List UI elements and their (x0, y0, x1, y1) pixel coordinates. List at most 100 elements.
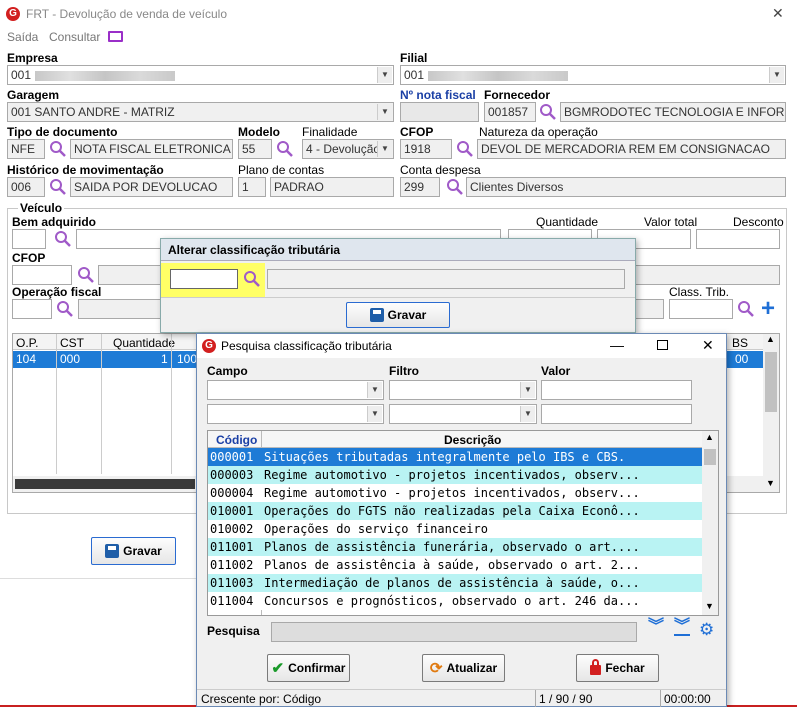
natureza-label: Natureza da operação (479, 125, 598, 139)
cfop-search-icon[interactable] (456, 140, 474, 158)
desconto-input[interactable] (696, 229, 780, 249)
filtro-select-1[interactable]: ▼ (389, 380, 537, 400)
main-gravar-button[interactable]: Gravar (91, 537, 176, 565)
header-op[interactable]: O.P. (16, 336, 38, 350)
table-row[interactable]: 000004 Regime automotivo - projetos incen… (208, 484, 702, 502)
filial-select[interactable]: 001 ▼ (400, 65, 786, 85)
app-logo-icon: G (6, 7, 20, 21)
close-icon[interactable]: ✕ (772, 5, 784, 22)
tipo-doc-code[interactable]: NFE (7, 139, 45, 159)
pesquisa-title: Pesquisa classificação tributária (221, 339, 392, 353)
campo-label: Campo (207, 364, 248, 378)
operacao-search-icon[interactable] (56, 300, 74, 318)
h-scroll-thumb[interactable] (15, 479, 195, 489)
scroll-down-icon[interactable]: ▼ (766, 478, 775, 488)
historico-code[interactable]: 006 (7, 177, 45, 197)
plano-code[interactable]: 1 (238, 177, 266, 197)
row-codigo: 000003 (210, 468, 254, 482)
table-row[interactable]: 011003 Intermediação de planos de assistê… (208, 574, 702, 592)
valor-label: Valor (541, 364, 571, 378)
chevron-double-down-bar-icon[interactable]: ︾ (674, 619, 691, 636)
fornecedor-search-icon[interactable] (539, 103, 557, 121)
scroll-up-icon[interactable]: ▲ (766, 334, 775, 344)
row-codigo: 011002 (210, 558, 254, 572)
atualizar-button[interactable]: ⟳ Atualizar (422, 654, 505, 682)
pesquisa-close-icon[interactable]: ✕ (702, 337, 714, 354)
minimize-icon[interactable]: — (610, 337, 624, 353)
confirmar-button[interactable]: ✔ Confirmar (267, 654, 350, 682)
table-row[interactable]: 011004 Concursos e prognósticos, observad… (208, 592, 702, 610)
conta-code[interactable]: 299 (400, 177, 440, 197)
col-codigo-header[interactable]: Código (216, 433, 257, 447)
atualizar-label: Atualizar (446, 661, 498, 675)
bem-search-icon[interactable] (54, 230, 72, 248)
header-cst[interactable]: CST (60, 336, 84, 350)
gear-icon[interactable]: ⚙ (699, 621, 714, 638)
fornecedor-code[interactable]: 001857 (484, 102, 536, 122)
vertical-scrollbar[interactable]: ▲ ▼ (763, 334, 779, 492)
tipo-doc-search-icon[interactable] (49, 140, 67, 158)
status-bar: Crescente por: Código 1 / 90 / 90 00:00:… (197, 689, 726, 707)
grid-scroll-thumb[interactable] (704, 449, 716, 465)
natureza-input[interactable]: DEVOL DE MERCADORIA REM EM CONSIGNACAO (477, 139, 786, 159)
veiculo-cfop-input[interactable] (12, 265, 72, 285)
garagem-select[interactable]: 001 SANTO ANDRE - MATRIZ ▼ (7, 102, 394, 122)
filial-label: Filial (400, 51, 428, 65)
alterar-desc-field (267, 269, 625, 289)
row-codigo: 010001 (210, 504, 254, 518)
table-row[interactable]: 010002 Operações do serviço financeiro (208, 520, 702, 538)
fechar-button[interactable]: Fechar (576, 654, 659, 682)
row-codigo: 011003 (210, 576, 254, 590)
menu-consultar[interactable]: Consultar (49, 30, 100, 44)
row-descricao: Situações tributadas integralmente pelo … (264, 450, 626, 464)
alterar-separator (161, 297, 635, 298)
alterar-gravar-button[interactable]: Gravar (346, 302, 450, 328)
grid-scroll-up-icon[interactable]: ▲ (705, 432, 714, 442)
row-codigo: 000001 (210, 450, 254, 464)
menu-saida[interactable]: Saída (7, 30, 38, 44)
filtro-select-2[interactable]: ▼ (389, 404, 537, 424)
empresa-select[interactable]: 001 ▼ (7, 65, 394, 85)
nota-fiscal-input[interactable] (400, 102, 479, 122)
header-quantidade[interactable]: Quantidade (113, 336, 175, 350)
historico-search-icon[interactable] (49, 178, 67, 196)
grid-scroll-down-icon[interactable]: ▼ (705, 601, 714, 611)
alterar-search-icon[interactable] (243, 270, 261, 288)
chevron-double-down-icon[interactable]: ︾ (648, 619, 664, 635)
pesquisa-titlebar: G Pesquisa classificação tributária — ✕ (197, 334, 726, 358)
campo-select-2[interactable]: ▼ (207, 404, 384, 424)
campo-select-1[interactable]: ▼ (207, 380, 384, 400)
col-descricao-header[interactable]: Descrição (444, 433, 501, 447)
alterar-code-input[interactable] (170, 269, 238, 289)
valor-input-2[interactable] (541, 404, 692, 424)
modelo-search-icon[interactable] (276, 140, 294, 158)
scroll-thumb[interactable] (765, 352, 777, 412)
class-trib-search-icon[interactable] (737, 300, 755, 318)
grid-header: Código Descrição (208, 431, 702, 448)
table-row[interactable]: 000001 Situações tributadas integralmente… (208, 448, 702, 466)
finalidade-select[interactable]: 4 - Devolução ▼ (302, 139, 394, 159)
conta-search-icon[interactable] (446, 178, 464, 196)
header-bs[interactable]: BS (732, 336, 748, 350)
col-divider (101, 334, 102, 474)
table-row[interactable]: 000003 Regime automotivo - projetos incen… (208, 466, 702, 484)
veiculo-cfop-search-icon[interactable] (77, 266, 95, 284)
row-cst: 000 (60, 352, 81, 366)
add-item-icon[interactable]: + (761, 297, 775, 321)
valor-input-1[interactable] (541, 380, 692, 400)
table-row[interactable]: 011001 Planos de assistência funerária, o… (208, 538, 702, 556)
table-row[interactable]: 011002 Planos de assistência à saúde, obs… (208, 556, 702, 574)
pesquisa-input[interactable] (271, 622, 637, 642)
bem-adquirido-code[interactable] (12, 229, 46, 249)
grid-vertical-scrollbar[interactable]: ▲ ▼ (702, 431, 718, 615)
modelo-input[interactable]: 55 (238, 139, 272, 159)
cfop-input[interactable]: 1918 (400, 139, 452, 159)
row-descricao: Operações do FGTS não realizadas pela Ca… (264, 504, 640, 518)
historico-name: SAIDA POR DEVOLUCAO (70, 177, 233, 197)
maximize-icon[interactable] (657, 340, 668, 350)
table-row[interactable]: 010001 Operações do FGTS não realizadas p… (208, 502, 702, 520)
status-divider (660, 690, 661, 707)
operacao-fiscal-input[interactable] (12, 299, 52, 319)
class-trib-input[interactable] (669, 299, 733, 319)
monitor-icon[interactable] (108, 31, 123, 42)
